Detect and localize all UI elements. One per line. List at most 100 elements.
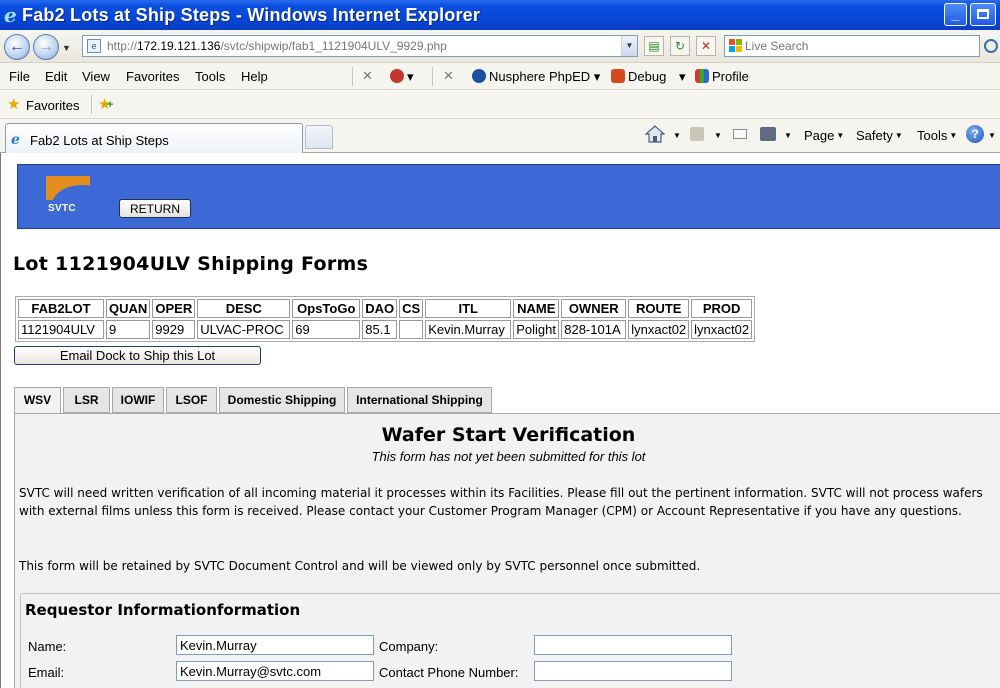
tab-domestic-shipping[interactable]: Domestic Shipping [219,387,345,413]
wsv-intro-paragraph: SVTC will need written verification of a… [19,486,983,518]
search-input[interactable] [745,38,975,54]
menu-edit[interactable]: Edit [45,69,67,84]
feed-dropdown-icon[interactable]: ▼ [712,128,722,143]
search-box[interactable] [724,35,980,57]
column-header: CS [399,299,424,318]
header-banner: SVTC RETURN [17,164,1000,229]
browser-tab-bar: e Fab2 Lots at Ship Steps ▼ ▼ ▼ Page ▼ Sa… [0,119,1000,153]
search-go-icon[interactable] [984,39,998,53]
column-header: PROD [691,299,753,318]
stop-icon[interactable]: ✕ [696,36,716,56]
table-header-row: FAB2LOT QUAN OPER DESC OpsToGo DAO CS IT… [18,299,753,318]
name-label: Name: [28,639,67,654]
feed-icon[interactable] [690,127,704,141]
tab-lsr[interactable]: LSR [63,387,110,413]
minimize-button[interactable]: _ [944,3,967,26]
menu-separator [432,67,433,86]
help-dropdown-icon[interactable]: ▼ [986,128,996,143]
live-search-icon [729,39,743,53]
column-header: DESC [197,299,291,318]
email-dock-button[interactable]: Email Dock to Ship this Lot [14,346,261,365]
wsv-retention-paragraph: This form will be retained by SVTC Docum… [19,559,701,573]
page-content: SVTC RETURN Lot 1121904ULV Shipping Form… [0,153,1000,688]
wsv-title: Wafer Start Verification [381,424,636,446]
wsv-status: This form has not yet been submitted for… [371,449,646,464]
window-title: Fab2 Lots at Ship Steps - Windows Intern… [22,5,481,25]
help-icon[interactable]: ? [966,125,984,143]
close-toolbar-icon[interactable]: ✕ [443,68,454,84]
url-dropdown-icon[interactable]: ▼ [621,36,637,56]
cell-opstogo: 69 [292,320,361,339]
nusphere-phped-menu[interactable]: Nusphere PhpED ▾ [472,69,600,85]
debug-dropdown-icon[interactable]: ▾ [679,69,686,85]
cell-route: lynxact02 [628,320,690,339]
browser-tab-label: Fab2 Lots at Ship Steps [30,133,169,148]
new-tab-button[interactable] [305,125,333,149]
menu-tools[interactable]: Tools [195,69,225,84]
tab-international-shipping[interactable]: International Shipping [347,387,492,413]
requestor-section-title: Requestor Informationformation [25,601,301,619]
menu-bar: File Edit View Favorites Tools Help ✕ ▾ … [0,63,1000,90]
window-title-bar: e Fab2 Lots at Ship Steps - Windows Inte… [0,0,1000,30]
browser-tab[interactable]: e Fab2 Lots at Ship Steps [5,123,303,153]
profile-menu[interactable]: Profile [695,69,749,84]
email-field[interactable] [176,661,374,681]
cell-cs [399,320,424,339]
debug-menu[interactable]: Debug [611,69,666,84]
forward-button[interactable]: → [33,34,59,60]
cell-oper: 9929 [152,320,196,339]
close-toolbar-icon[interactable]: ✕ [362,68,373,84]
mail-icon[interactable] [733,129,747,139]
lot-table: FAB2LOT QUAN OPER DESC OpsToGo DAO CS IT… [15,296,756,342]
return-button[interactable]: RETURN [119,199,191,218]
refresh-icon[interactable]: ↻ [670,36,690,56]
cell-quan: 9 [106,320,151,339]
maximize-button[interactable] [970,3,996,26]
tab-iowif[interactable]: IOWIF [112,387,164,413]
menu-help[interactable]: Help [241,69,268,84]
tools-menu[interactable]: Tools ▼ [917,128,957,143]
debug-icon [611,69,625,83]
ie-page-icon: e [11,132,20,148]
tab-wsv[interactable]: WSV [14,387,61,414]
home-dropdown-icon[interactable]: ▼ [671,128,681,143]
cell-desc: ULVAC-PROC [197,320,291,339]
favorites-star-icon[interactable]: ★ [7,95,20,113]
url-field[interactable]: e http://172.19.121.136/svtc/shipwip/fab… [82,35,638,57]
column-header: NAME [513,299,560,318]
favorites-button[interactable]: Favorites [26,98,79,113]
cell-fab2lot: 1121904ULV [18,320,104,339]
menu-file[interactable]: File [9,69,30,84]
name-field[interactable] [176,635,374,655]
add-favorite-icon[interactable]: ★ [98,95,114,113]
menu-favorites[interactable]: Favorites [126,69,179,84]
back-button[interactable]: ← [4,34,30,60]
column-header: FAB2LOT [18,299,104,318]
home-icon[interactable] [645,125,665,143]
page-menu[interactable]: Page ▼ [804,128,844,143]
menu-view[interactable]: View [82,69,110,84]
url-text[interactable]: http://172.19.121.136/svtc/shipwip/fab1_… [107,39,447,53]
history-dropdown-icon[interactable]: ▼ [62,43,71,53]
cell-dao: 85.1 [362,320,398,339]
column-header: OWNER [561,299,627,318]
toolbar-settings-icon[interactable]: ▾ [390,69,414,85]
column-header: QUAN [106,299,151,318]
favorites-bar: ★ Favorites ★ [0,90,1000,119]
compatibility-icon[interactable]: ▤ [644,36,664,56]
nusphere-icon [472,69,486,83]
profile-icon [695,69,709,83]
svtc-logo-mark [46,176,90,200]
print-icon[interactable] [760,127,776,141]
address-bar: ← → ▼ e http://172.19.121.136/svtc/shipw… [0,30,1000,63]
requestor-section: Requestor Informationformation Name: Com… [20,593,1000,688]
print-dropdown-icon[interactable]: ▼ [782,128,792,143]
column-header: ROUTE [628,299,690,318]
company-field[interactable] [534,635,732,655]
safety-menu[interactable]: Safety ▼ [856,128,903,143]
svtc-logo: SVTC [46,176,90,214]
tab-lsof[interactable]: LSOF [166,387,217,413]
column-header: ITL [425,299,512,318]
phone-field[interactable] [534,661,732,681]
page-title: Lot 1121904ULV Shipping Forms [13,253,369,275]
